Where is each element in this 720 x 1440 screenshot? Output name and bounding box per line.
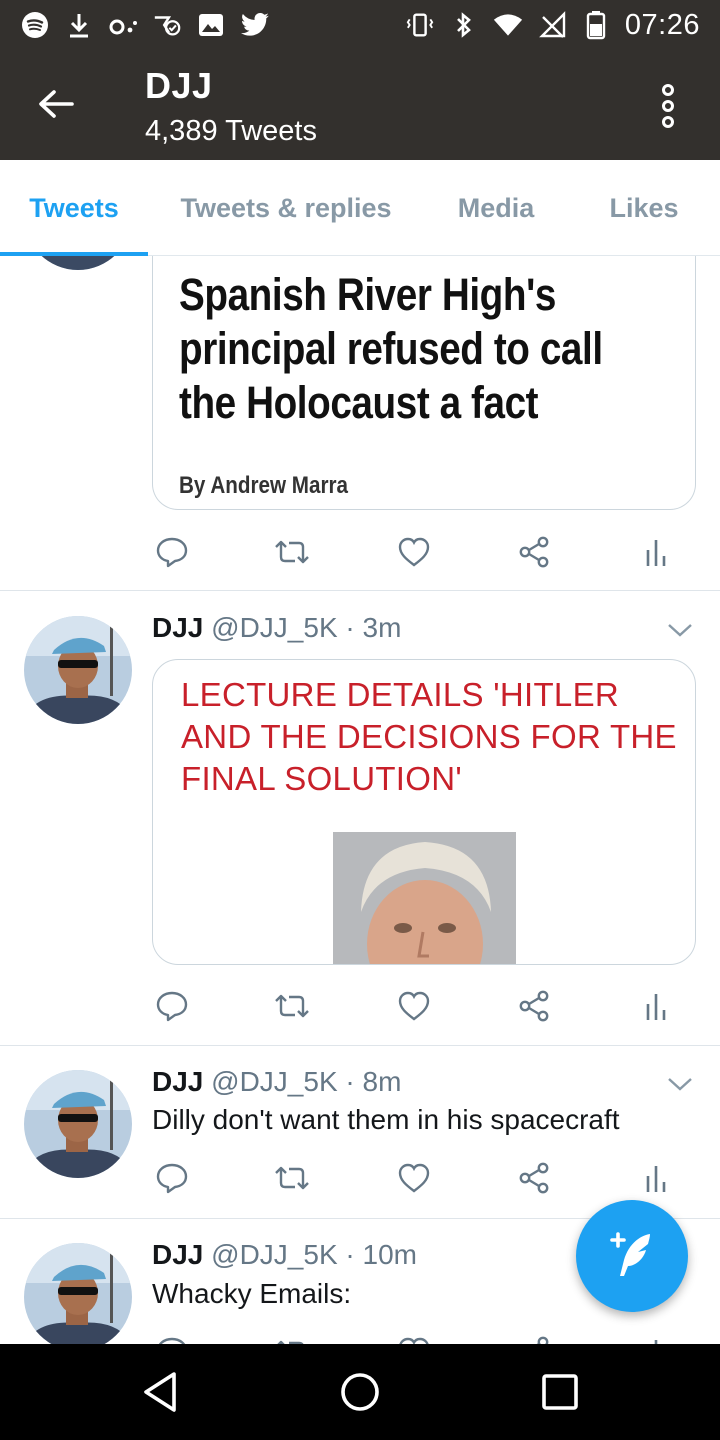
page-title: DJJ	[145, 65, 213, 106]
tweet-text: Dilly don't want them in his spacecraft	[152, 1104, 620, 1135]
back-triangle-icon[interactable]	[132, 1364, 188, 1420]
profile-tabs: Tweets Tweets & replies Media Likes	[0, 160, 720, 256]
overflow-menu-button[interactable]	[640, 78, 696, 134]
battery-icon	[581, 10, 611, 40]
recents-square-icon[interactable]	[532, 1364, 588, 1420]
like-icon[interactable]	[394, 532, 434, 572]
tweet-check-icon	[152, 10, 182, 40]
arrow-left-icon	[39, 90, 74, 118]
card-headline: LECTURE DETAILS 'HITLER AND THE DECISION…	[181, 676, 677, 797]
system-icons: 07:26	[405, 8, 700, 42]
avatar[interactable]	[24, 256, 132, 270]
compose-tweet-icon	[610, 1232, 650, 1276]
card-headline: Spanish River High's principal refused t…	[179, 269, 603, 428]
author-handle[interactable]: @DJJ_5K	[211, 612, 337, 643]
clock: 07:26	[624, 8, 700, 41]
author-handle[interactable]: @DJJ_5K	[211, 1066, 337, 1097]
spotify-icon	[20, 10, 50, 40]
notification-icons	[20, 8, 270, 42]
author-handle[interactable]: @DJJ_5K	[211, 1239, 337, 1270]
wifi-icon	[493, 10, 523, 40]
signal-icon	[537, 10, 567, 40]
status-bar: 07:26	[0, 0, 720, 52]
link-card[interactable]: Spanish River High's principal refused t…	[152, 256, 696, 510]
avatar[interactable]	[24, 616, 132, 724]
analytics-icon[interactable]	[636, 986, 676, 1026]
back-button[interactable]	[22, 76, 90, 132]
tweet-actions	[152, 1332, 682, 1344]
twitter-icon	[240, 10, 270, 40]
author-name[interactable]: DJJ	[152, 612, 203, 643]
profile-header: DJJ 4,389 Tweets	[0, 52, 720, 160]
card-byline: By Andrew Marra	[179, 472, 348, 499]
download-icon	[64, 10, 94, 40]
tab-tweets[interactable]: Tweets	[0, 160, 148, 256]
tweet-time: · 8m	[345, 1066, 402, 1097]
tweet-time: · 3m	[345, 612, 402, 643]
voicemail-icon	[108, 10, 138, 40]
like-icon[interactable]	[394, 986, 434, 1026]
home-circle-icon[interactable]	[332, 1364, 388, 1420]
reply-icon[interactable]	[152, 532, 192, 572]
tweet-header: DJJ @DJJ_5K · 8m	[152, 1066, 401, 1098]
avatar[interactable]	[24, 1070, 132, 1178]
reply-icon[interactable]	[152, 1158, 192, 1198]
tweet-actions	[152, 532, 682, 572]
more-vertical-icon	[662, 84, 674, 128]
analytics-icon[interactable]	[636, 1332, 676, 1344]
tweet-divider	[0, 1045, 720, 1046]
vibrate-icon	[405, 10, 435, 40]
tweet-header: DJJ @DJJ_5K · 10m	[152, 1239, 417, 1271]
reply-icon[interactable]	[152, 1332, 192, 1344]
image-icon	[196, 10, 226, 40]
compose-tweet-button[interactable]	[576, 1200, 688, 1312]
reply-icon[interactable]	[152, 986, 192, 1026]
tab-media[interactable]: Media	[432, 160, 560, 256]
retweet-icon[interactable]	[272, 532, 312, 572]
link-card[interactable]: LECTURE DETAILS 'HITLER AND THE DECISION…	[152, 659, 696, 965]
share-icon[interactable]	[514, 1158, 554, 1198]
tweet-actions	[152, 1158, 682, 1198]
tab-likes[interactable]: Likes	[580, 160, 708, 256]
share-icon[interactable]	[514, 1332, 554, 1344]
retweet-icon[interactable]	[272, 986, 312, 1026]
tweet-divider	[0, 590, 720, 591]
share-icon[interactable]	[514, 532, 554, 572]
tweet-actions	[152, 986, 682, 1026]
tweet-time: · 10m	[345, 1239, 417, 1270]
tweet-feed[interactable]: Spanish River High's principal refused t…	[0, 256, 720, 1344]
retweet-icon[interactable]	[272, 1158, 312, 1198]
author-name[interactable]: DJJ	[152, 1066, 203, 1097]
tweet-header: DJJ @DJJ_5K · 3m	[152, 612, 401, 644]
like-icon[interactable]	[394, 1158, 434, 1198]
tab-tweets-replies[interactable]: Tweets & replies	[160, 160, 412, 256]
tweet-text: Whacky Emails:	[152, 1278, 352, 1309]
bluetooth-icon	[449, 10, 479, 40]
share-icon[interactable]	[514, 986, 554, 1026]
tweet-count: 4,389 Tweets	[145, 115, 317, 147]
tweet-menu-button[interactable]	[664, 1072, 696, 1096]
analytics-icon[interactable]	[636, 532, 676, 572]
chevron-down-icon	[668, 624, 692, 637]
avatar[interactable]	[24, 1243, 132, 1344]
chevron-down-icon	[668, 1078, 692, 1091]
system-nav-bar	[0, 1344, 720, 1440]
author-name[interactable]: DJJ	[152, 1239, 203, 1270]
tweet-menu-button[interactable]	[664, 618, 696, 642]
card-photo	[333, 832, 516, 964]
retweet-icon[interactable]	[272, 1332, 312, 1344]
analytics-icon[interactable]	[636, 1158, 676, 1198]
like-icon[interactable]	[394, 1332, 434, 1344]
